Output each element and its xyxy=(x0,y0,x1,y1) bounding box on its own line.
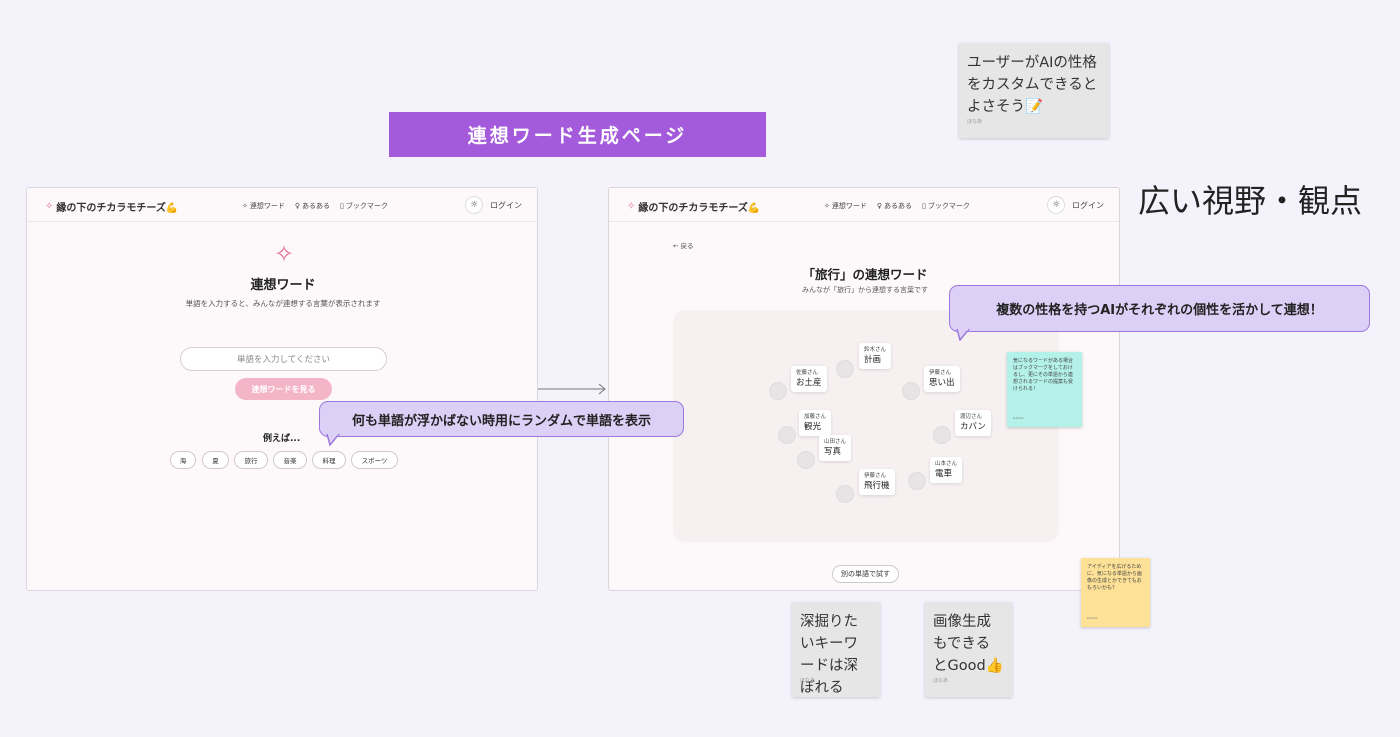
nav-link-bookmark[interactable]: ▯ ブックマーク xyxy=(922,201,970,211)
example-chip[interactable]: 料理 xyxy=(312,451,346,469)
node-circle xyxy=(902,382,920,400)
nav-links: ✧ 連想ワード ♀ あるある ▯ ブックマーク xyxy=(242,201,388,211)
node-circle xyxy=(836,360,854,378)
example-chip[interactable]: スポーツ xyxy=(351,451,398,469)
back-link[interactable]: ← 戻る xyxy=(673,240,694,250)
node-circle xyxy=(797,451,815,469)
association-bubble[interactable]: 山本さん 電車 xyxy=(930,457,963,483)
association-bubble[interactable]: 渡辺さん カバン xyxy=(955,410,991,436)
callout-tail xyxy=(326,434,340,446)
node-circle xyxy=(778,426,796,444)
node-circle xyxy=(769,382,787,400)
example-chip[interactable]: 音楽 xyxy=(273,451,307,469)
site-logo[interactable]: ✧ 縁の下のチカラモチーズ💪 xyxy=(45,199,178,214)
sticky-author: ほなあ xyxy=(800,678,816,684)
retry-button[interactable]: 別の単語で試す xyxy=(832,565,899,583)
theme-toggle-button[interactable]: ☼ xyxy=(465,196,483,214)
sparkle-icon: ✧ xyxy=(627,201,636,212)
nav-link-aruaru[interactable]: ♀ あるある xyxy=(295,201,330,211)
callout-multi-ai: 複数の性格を持つAIがそれぞれの個性を活かして連想！ xyxy=(949,285,1370,332)
login-link[interactable]: ログイン xyxy=(490,200,522,211)
node-circle xyxy=(908,472,926,490)
sun-icon: ☼ xyxy=(469,200,479,210)
examples-title: 例えば... xyxy=(263,434,301,444)
mockup-input-page: ✧ 縁の下のチカラモチーズ💪 ✧ 連想ワード ♀ あるある ▯ ブックマーク ☼ ログ… xyxy=(26,187,538,591)
node-circle xyxy=(933,426,951,444)
association-bubble[interactable]: 伊藤さん 思い出 xyxy=(924,366,960,392)
lightbulb-icon: ♀ xyxy=(876,202,883,210)
association-bubble[interactable]: 伊藤さん 飛行機 xyxy=(859,469,895,495)
page-banner: 連想ワード生成ページ xyxy=(389,112,766,157)
sparkle-icon: ✧ xyxy=(273,240,295,268)
page-title: 連想ワード xyxy=(250,278,316,293)
site-logo[interactable]: ✧ 縁の下のチカラモチーズ💪 xyxy=(627,199,760,214)
navbar: ✧ 縁の下のチカラモチーズ💪 ✧ 連想ワード ♀ あるある ▯ ブックマーク ☼ ログ… xyxy=(27,188,537,222)
sticky-text: 気になるワードがある場合はブックマークをしておけるし、更にその単語から連想される… xyxy=(1013,358,1074,392)
nav-link-association[interactable]: ✧ 連想ワード xyxy=(824,201,867,211)
login-link[interactable]: ログイン xyxy=(1072,200,1104,211)
sticky-author: kumiko xyxy=(1087,616,1098,620)
association-bubble[interactable]: 佐藤さん お土産 xyxy=(791,366,827,392)
sticky-note-ai-custom[interactable]: ユーザーがAIの性格をカスタムできるとよさそう📝 ほなあ xyxy=(959,43,1109,138)
theme-toggle-button[interactable]: ☼ xyxy=(1047,196,1065,214)
lightbulb-icon: ♀ xyxy=(294,202,301,210)
sun-icon: ☼ xyxy=(1051,200,1061,210)
association-bubble[interactable]: 加藤さん 観光 xyxy=(799,410,832,436)
logo-text: 縁の下のチカラモチーズ💪 xyxy=(56,203,179,214)
nav-link-association[interactable]: ✧ 連想ワード xyxy=(242,201,285,211)
flow-arrow xyxy=(538,383,606,395)
sticky-text: ユーザーがAIの性格をカスタムできるとよさそう📝 xyxy=(967,55,1098,115)
nav-link-bookmark[interactable]: ▯ ブックマーク xyxy=(340,201,388,211)
association-map: 鈴木さん 計画 佐藤さん お土産 伊藤さん 思い出 加藤さん 観光 渡辺さん カ… xyxy=(673,310,1059,542)
example-chip[interactable]: 海 xyxy=(170,451,196,469)
sparkle-icon: ✧ xyxy=(45,201,54,212)
navbar: ✧ 縁の下のチカラモチーズ💪 ✧ 連想ワード ♀ あるある ▯ ブックマーク ☼ ログ… xyxy=(609,188,1119,222)
example-chip[interactable]: 夏 xyxy=(202,451,229,469)
bookmark-icon: ▯ xyxy=(340,202,344,210)
node-circle xyxy=(836,485,854,503)
sticky-author: ほなあ xyxy=(933,678,949,684)
sticky-note-bookmark[interactable]: 気になるワードがある場合はブックマークをしておけるし、更にその単語から連想される… xyxy=(1007,352,1082,427)
callout-random-word: 何も単語が浮かばない時用にランダムで単語を表示 xyxy=(319,401,684,437)
viewpoint-heading: 広い視野・観点 xyxy=(1138,182,1363,220)
sticky-text: アイディアを広げるために、気になる単語から画像の生成とかできてもおもろいかも？ xyxy=(1087,564,1142,591)
callout-tail xyxy=(956,329,970,341)
sticky-note-image-idea[interactable]: アイディアを広げるために、気になる単語から画像の生成とかできてもおもろいかも？ … xyxy=(1081,558,1150,627)
page-subtitle: 単語を入力すると、みんなが連想する言葉が表示されます xyxy=(185,299,381,308)
sticky-author: ほなあ xyxy=(967,119,983,125)
sticky-note-image-gen[interactable]: 画像生成もできるとGood👍 ほなあ xyxy=(925,602,1012,697)
submit-button[interactable]: 連想ワードを見る xyxy=(235,378,332,400)
logo-text: 縁の下のチカラモチーズ💪 xyxy=(638,203,761,214)
sparkle-icon: ✧ xyxy=(824,202,830,210)
association-bubble[interactable]: 山田さん 写真 xyxy=(819,435,852,461)
association-bubble[interactable]: 鈴木さん 計画 xyxy=(859,343,892,369)
sticky-text: 画像生成もできるとGood👍 xyxy=(933,614,1004,674)
sticky-author: kumiko xyxy=(1013,416,1024,420)
sticky-note-deep-dive[interactable]: 深掘りたいキーワードは深ぼれる ほなあ xyxy=(792,602,880,697)
sparkle-icon: ✧ xyxy=(242,202,248,210)
word-input[interactable]: 単語を入力してください xyxy=(180,347,387,371)
nav-link-aruaru[interactable]: ♀ あるある xyxy=(877,201,912,211)
result-title: 「旅行」の連想ワード xyxy=(802,267,928,282)
bookmark-icon: ▯ xyxy=(922,202,926,210)
nav-links: ✧ 連想ワード ♀ あるある ▯ ブックマーク xyxy=(824,201,970,211)
example-chip[interactable]: 旅行 xyxy=(234,451,268,469)
